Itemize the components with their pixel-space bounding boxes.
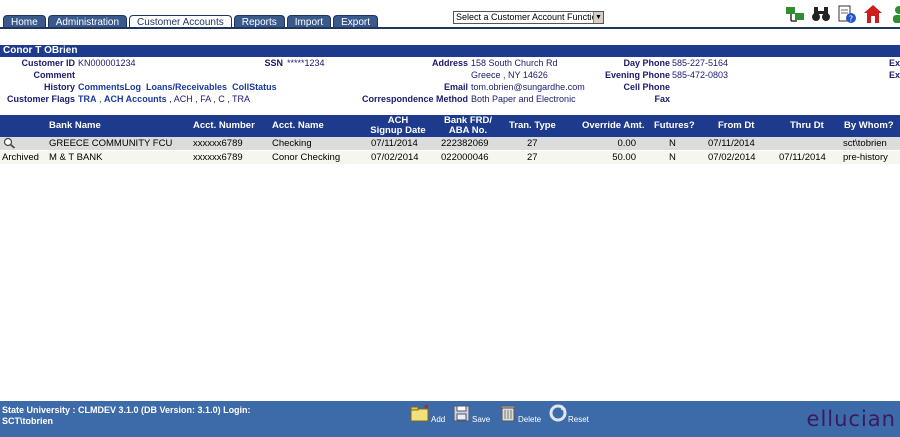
- svg-text:?: ?: [849, 15, 853, 24]
- customer-name-bar: Conor T OBrien: [0, 45, 900, 57]
- svg-text:*: *: [424, 404, 429, 414]
- toolbar-icons: ?: [785, 4, 900, 24]
- cell-by-whom: sct\tobrien: [843, 138, 887, 149]
- cell-thru-dt: 07/11/2014: [779, 152, 826, 163]
- ach-accounts-table-header: Bank Name Acct. Number Acct. Name ACH Si…: [0, 115, 900, 137]
- col-thru-dt: Thru Dt: [790, 120, 824, 131]
- cell-by-whom: pre-history: [843, 152, 888, 163]
- cell-status: Archived: [2, 152, 39, 163]
- save-button[interactable]: Save: [453, 404, 490, 424]
- delete-button[interactable]: Delete: [499, 404, 541, 424]
- col-futures: Futures?: [654, 120, 695, 131]
- cell-from-dt: 07/11/2014: [708, 138, 755, 149]
- ssn-label: SSN: [264, 58, 283, 68]
- add-label: Add: [431, 415, 446, 424]
- ex-label-1: Ex: [888, 58, 900, 68]
- col-by-whom: By Whom?: [844, 120, 894, 131]
- ellucian-logo: ellucian: [806, 407, 896, 431]
- customer-id-label: Customer ID: [21, 58, 75, 68]
- cell-bank-name: GREECE COMMUNITY FCU: [49, 138, 173, 149]
- home-icon[interactable]: [863, 4, 883, 24]
- help-document-icon[interactable]: ?: [837, 4, 857, 24]
- cell-override-amt: 0.00: [617, 138, 637, 149]
- chevron-down-icon[interactable]: ▼: [593, 12, 603, 23]
- fax-label: Fax: [654, 94, 670, 104]
- add-icon: *: [410, 404, 430, 424]
- history-label: History: [43, 82, 75, 92]
- col-bank-name: Bank Name: [49, 120, 101, 131]
- cell-bank-name: M & T BANK: [49, 152, 103, 163]
- ach-accounts-link[interactable]: ACH Accounts: [104, 94, 167, 104]
- address-line-2: Greece , NY 14626: [471, 70, 548, 80]
- loans-receivables-link[interactable]: Loans/Receivables: [146, 82, 227, 92]
- email-value: tom.obrien@sungardhe.com: [471, 82, 585, 92]
- table-row[interactable]: Archived M & T BANK xxxxxx6789 Conor Che…: [0, 151, 900, 164]
- top-bar: Home Administration Customer Accounts Re…: [0, 0, 900, 29]
- cell-override-amt: 50.00: [612, 152, 636, 163]
- cell-aba-no: 022000046: [441, 152, 489, 163]
- network-icon[interactable]: [785, 4, 805, 24]
- footer-bar: State University : CLMDEV 3.1.0 (DB Vers…: [0, 401, 900, 437]
- account-function-select-value: Select a Customer Account Function: [456, 12, 602, 22]
- user-icon[interactable]: [889, 4, 900, 24]
- email-label: Email: [443, 82, 468, 92]
- cell-phone-label: Cell Phone: [623, 82, 670, 92]
- save-icon: [453, 404, 471, 424]
- delete-label: Delete: [518, 415, 542, 424]
- binoculars-icon[interactable]: [811, 4, 831, 24]
- cell-acct-number: xxxxxx6789: [193, 138, 243, 149]
- col-acct-name: Acct. Name: [272, 120, 324, 131]
- status-text: State University : CLMDEV 3.1.0 (DB Vers…: [2, 405, 251, 427]
- address-line-1: 158 South Church Rd: [471, 58, 558, 68]
- correspondence-value: Both Paper and Electronic: [471, 94, 576, 104]
- ssn-value: *****1234: [287, 58, 325, 68]
- reset-icon: [549, 404, 567, 424]
- history-links: CommentsLog Loans/Receivables CollStatus: [78, 81, 277, 93]
- trash-icon: [499, 404, 517, 424]
- table-row[interactable]: GREECE COMMUNITY FCU xxxxxx6789 Checking…: [0, 137, 900, 150]
- tab-divider: [0, 27, 900, 29]
- cell-from-dt: 07/02/2014: [708, 152, 756, 163]
- tra-flag-link[interactable]: TRA: [78, 94, 97, 104]
- cell-futures: N: [669, 138, 676, 149]
- col-ach-signup-line2: Signup Date: [370, 125, 426, 136]
- comment-label: Comment: [33, 70, 75, 80]
- cell-aba-no: 222382069: [441, 138, 489, 149]
- cell-signup-date: 07/02/2014: [371, 152, 419, 163]
- coll-status-link[interactable]: CollStatus: [232, 82, 277, 92]
- cell-tran-type: 27: [527, 138, 538, 149]
- col-tran-type: Tran. Type: [509, 120, 556, 131]
- cell-acct-name: Checking: [272, 138, 312, 149]
- reset-label: Reset: [568, 415, 589, 424]
- cell-acct-name: Conor Checking: [272, 152, 341, 163]
- evening-phone-label: Evening Phone: [604, 70, 670, 80]
- ex-label-2: Ex: [888, 70, 900, 80]
- customer-flags-label: Customer Flags: [6, 94, 75, 104]
- customer-info-panel: Customer ID KN000001234 Comment History …: [0, 57, 900, 104]
- customer-id-value: KN000001234: [78, 58, 136, 68]
- col-override-amt: Override Amt.: [582, 120, 645, 131]
- day-phone-label: Day Phone: [623, 58, 670, 68]
- cell-tran-type: 27: [527, 152, 538, 163]
- flags-list: , ACH , FA , C , TRA: [169, 94, 251, 104]
- day-phone-value: 585-227-5164: [672, 58, 729, 68]
- comments-log-link[interactable]: CommentsLog: [78, 82, 141, 92]
- account-function-select[interactable]: Select a Customer Account Function ▼: [453, 11, 604, 24]
- customer-flags: TRA , ACH Accounts , ACH , FA , C , TRA: [78, 94, 251, 104]
- col-bank-frd-line2: ABA No.: [448, 125, 488, 136]
- evening-phone-value: 585-472-0803: [672, 70, 729, 80]
- address-label: Address: [431, 58, 468, 68]
- status-line-1: State University : CLMDEV 3.1.0 (DB Vers…: [2, 405, 251, 415]
- add-button[interactable]: * Add: [410, 404, 445, 424]
- reset-button[interactable]: Reset: [549, 404, 589, 424]
- cell-futures: N: [669, 152, 676, 163]
- cell-signup-date: 07/11/2014: [371, 138, 418, 149]
- status-line-2: SCT\tobrien: [2, 416, 53, 426]
- correspondence-label: Correspondence Method: [361, 94, 468, 104]
- save-label: Save: [472, 415, 491, 424]
- col-acct-number: Acct. Number: [193, 120, 255, 131]
- col-from-dt: From Dt: [718, 120, 755, 131]
- cell-acct-number: xxxxxx6789: [193, 152, 243, 163]
